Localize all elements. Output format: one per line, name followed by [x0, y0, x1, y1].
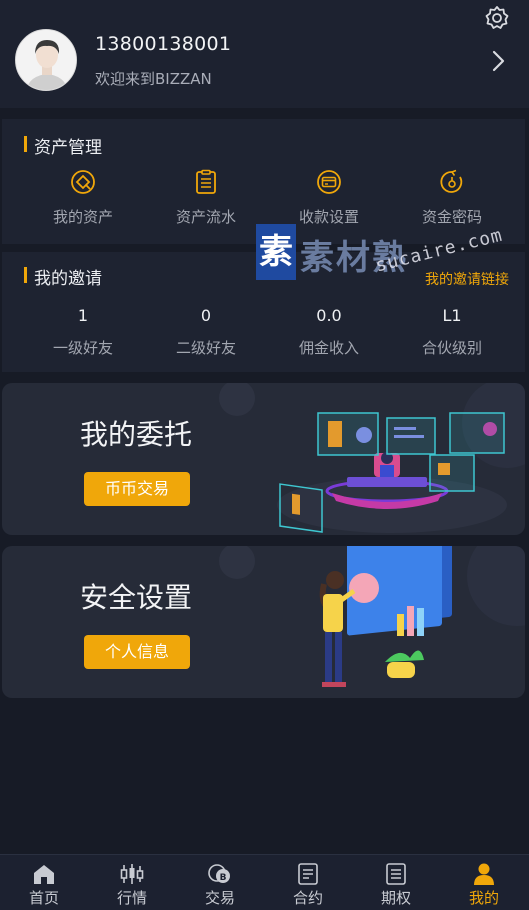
user-icon — [474, 863, 494, 885]
my-assets-label: 我的资产 — [52, 208, 113, 226]
tab-options[interactable]: 期权 — [352, 855, 440, 910]
stat-label: 一级好友 — [52, 339, 113, 357]
asset-history-label: 资产流水 — [175, 208, 236, 226]
welcome-text: 欢迎来到BIZZAN — [95, 70, 212, 88]
tab-label: 期权 — [380, 889, 411, 907]
tab-label: 合约 — [292, 889, 323, 907]
user-phone: 13800138001 — [95, 33, 232, 55]
tab-label: 交易 — [204, 889, 235, 907]
partner-level: L1 合伙级别 — [391, 306, 513, 358]
invitation-title: 我的邀请 — [24, 264, 102, 289]
watermark: 素 素材熟 sucaire.com — [256, 222, 506, 287]
spot-trade-button[interactable]: 币币交易 — [84, 472, 190, 506]
avatar[interactable] — [15, 29, 77, 91]
svg-text:B: B — [220, 873, 227, 883]
commission-income: 0.0 佣金收入 — [268, 306, 390, 358]
asset-icon — [71, 170, 95, 194]
security-illustration — [219, 546, 525, 687]
personal-info-button[interactable]: 个人信息 — [84, 635, 190, 669]
security-title: 安全设置 — [80, 581, 193, 614]
candlestick-icon — [120, 864, 144, 884]
watermark-logo: 素 — [256, 224, 296, 280]
chevron-right-icon[interactable] — [487, 47, 509, 75]
tab-mine[interactable]: 我的 — [440, 855, 528, 910]
stat-value: 0 — [200, 306, 212, 325]
bottom-tab-bar: 首页 行情 B 交易 合约 期权 我的 — [0, 854, 529, 910]
asset-history-item[interactable]: 资产流水 — [145, 169, 267, 227]
tab-home[interactable]: 首页 — [0, 855, 88, 910]
fund-password-item[interactable]: 资金密码 — [391, 169, 513, 227]
tab-label: 首页 — [28, 889, 59, 907]
home-icon — [34, 865, 54, 884]
stat-value: 1 — [77, 306, 89, 325]
stat-label: 二级好友 — [175, 339, 236, 357]
orders-illustration — [219, 383, 525, 533]
my-assets-item[interactable]: 我的资产 — [22, 169, 144, 227]
tab-trade[interactable]: B 交易 — [176, 855, 264, 910]
payment-settings-item[interactable]: 收款设置 — [268, 169, 390, 227]
profile-header[interactable]: 13800138001 欢迎来到BIZZAN — [0, 0, 529, 108]
second-level-friends: 0 二级好友 — [145, 306, 267, 358]
asset-management-title: 资产管理 — [24, 133, 102, 158]
stat-value: L1 — [442, 306, 462, 325]
orders-title: 我的委托 — [80, 418, 193, 451]
stat-value: 0.0 — [316, 306, 342, 325]
password-icon — [440, 169, 463, 193]
security-banner[interactable]: 安全设置 个人信息 — [2, 546, 525, 698]
tab-label: 我的 — [468, 889, 499, 907]
options-icon — [386, 863, 406, 885]
exchange-icon: B — [208, 864, 230, 883]
stat-label: 佣金收入 — [298, 339, 359, 357]
tab-market[interactable]: 行情 — [88, 855, 176, 910]
stat-label: 合伙级别 — [421, 339, 482, 357]
gear-icon[interactable] — [484, 5, 510, 31]
contract-icon — [298, 863, 318, 885]
card-icon — [317, 170, 341, 194]
orders-banner[interactable]: 我的委托 币币交易 — [2, 383, 525, 535]
clipboard-icon — [196, 169, 216, 194]
first-level-friends: 1 一级好友 — [22, 306, 144, 358]
tab-contract[interactable]: 合约 — [264, 855, 352, 910]
tab-label: 行情 — [116, 889, 147, 907]
